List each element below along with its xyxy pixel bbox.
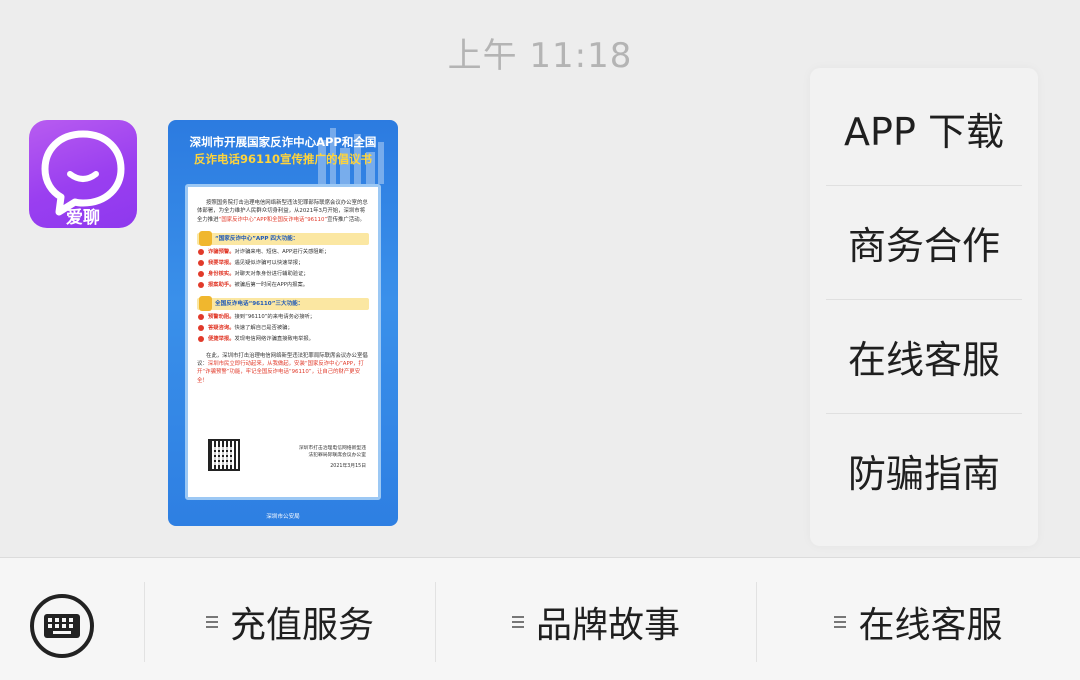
popup-menu: APP 下载 商务合作 在线客服 防骗指南 xyxy=(810,68,1038,546)
menu-lines-icon xyxy=(834,615,847,629)
poster-date: 2021年3月15日 xyxy=(330,464,366,469)
tab-online-service[interactable]: 在线客服 xyxy=(757,592,1080,652)
poster-s1-key: 诈骗预警。 xyxy=(208,248,235,255)
menu-item-online-service[interactable]: 在线客服 xyxy=(810,300,1038,413)
qr-code xyxy=(208,439,240,471)
menu-lines-icon xyxy=(511,615,524,629)
menu-item-business[interactable]: 商务合作 xyxy=(810,186,1038,299)
poster-s2-item: 便捷举报。发现电信网络诈骗直接致电举报。 xyxy=(197,335,369,343)
poster-s1-text: 对聊天对象身份进行辅助验证； xyxy=(234,270,309,277)
tab-brand-story[interactable]: 品牌故事 xyxy=(436,592,756,652)
poster-intro: 按照国务院打击治理电信网络新型违法犯罪部际联席会议办公室的总体部署，为全力维护人… xyxy=(197,199,369,224)
avatar[interactable]: 爱聊 xyxy=(29,120,137,228)
poster-s1-key: 报案助手。 xyxy=(208,281,235,288)
poster-title-line1: 深圳市开展国家反诈中心APP和全国 xyxy=(189,135,377,149)
chat-area: 上午 11:18 爱聊 深圳市开展国家反诈中心APP和全国 反诈电话96110宣… xyxy=(0,0,1080,557)
poster-s1-text: 遇见疑似诈骗可以快速举报； xyxy=(234,259,304,266)
poster-s2-item: 预警劝阻。接到“96110”的来电请务必接听； xyxy=(197,313,369,321)
poster-footer: 深圳市公安局 xyxy=(266,514,300,520)
poster-image-message[interactable]: 深圳市开展国家反诈中心APP和全国 反诈电话96110宣传推广的倡议书 按照国务… xyxy=(168,120,398,526)
poster-s1-text: 被骗后第一时间在APP内报案。 xyxy=(234,281,309,288)
poster-intro-red: “国家反诈中心”APP和全国反诈电话“96110” xyxy=(218,216,328,223)
poster-s2-key: 预警劝阻。 xyxy=(208,313,235,320)
poster-s2-text: 接到“96110”的来电请务必接听； xyxy=(234,313,316,320)
poster-signature: 深圳市打击治理电信网络新型违法犯罪局际联席会议办公室 xyxy=(298,446,366,458)
poster-s2-item: 答疑咨询。快速了解自己是否被骗； xyxy=(197,324,369,332)
poster-s2-text: 发现电信网络诈骗直接致电举报。 xyxy=(234,335,314,342)
menu-item-fraud-guide[interactable]: 防骗指南 xyxy=(810,414,1038,527)
poster-closing: 在此，深圳市打击治理电信网络新型违法犯罪局际联席会议办公室倡议：深圳市民立即行动… xyxy=(197,352,369,385)
tab-label: 在线客服 xyxy=(858,605,1003,646)
poster-title-line2: 反诈电话96110宣传推广的倡议书 xyxy=(193,152,372,166)
tab-label: 品牌故事 xyxy=(535,605,680,646)
menu-lines-icon xyxy=(205,615,218,629)
poster-s2-key: 答疑咨询。 xyxy=(208,324,235,331)
poster-s1-item: 报案助手。被骗后第一时间在APP内报案。 xyxy=(197,281,369,289)
poster-title: 深圳市开展国家反诈中心APP和全国 反诈电话96110宣传推广的倡议书 xyxy=(168,134,398,168)
menu-item-app-download[interactable]: APP 下载 xyxy=(810,72,1038,185)
keyboard-icon xyxy=(44,614,80,638)
keyboard-toggle-button[interactable] xyxy=(30,594,94,658)
tab-recharge-service[interactable]: 充值服务 xyxy=(145,592,435,652)
bottom-menu-bar: 充值服务 品牌故事 在线客服 xyxy=(0,557,1080,680)
poster-s1-item: 身份核实。对聊天对象身份进行辅助验证； xyxy=(197,270,369,278)
poster-card: 按照国务院打击治理电信网络新型违法犯罪部际联席会议办公室的总体部署，为全力维护人… xyxy=(185,184,381,500)
poster-s2-text: 快速了解自己是否被骗； xyxy=(234,324,293,331)
poster-s2-key: 便捷举报。 xyxy=(208,335,235,342)
poster-section1-heading: “国家反诈中心”APP 四大功能： xyxy=(197,230,369,246)
poster-s1-key: 身份核实。 xyxy=(208,270,235,277)
poster-s1-text: 对诈骗来电、短信、APP进行关感阻断； xyxy=(234,248,330,255)
poster-s1-item: 诈骗预警。对诈骗来电、短信、APP进行关感阻断； xyxy=(197,248,369,256)
avatar-label: 爱聊 xyxy=(66,208,100,228)
tab-label: 充值服务 xyxy=(229,605,374,646)
poster-s1-item: 我要举报。遇见疑似诈骗可以快速举报； xyxy=(197,259,369,267)
poster-intro-end: 宣传推广活动。 xyxy=(327,216,365,223)
poster-s1-key: 我要举报。 xyxy=(208,259,235,266)
poster-section2-heading: 全国反诈电话“96110”三大功能： xyxy=(197,295,369,311)
poster-closing-red: 深圳市民立即行动起来，从我做起，安装“国家反诈中心”APP，打开“诈骗预警”功能… xyxy=(197,361,364,384)
